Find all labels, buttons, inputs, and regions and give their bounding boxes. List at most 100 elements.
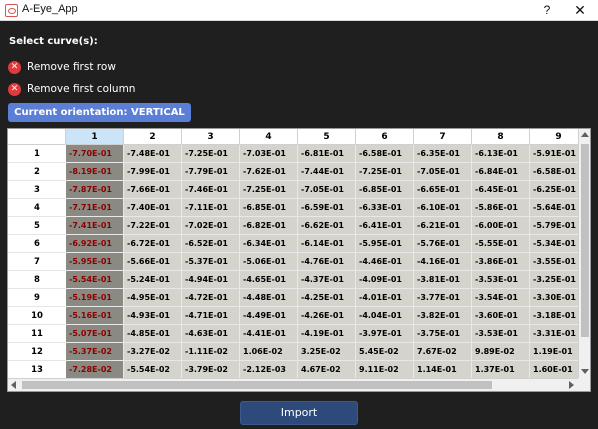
horizontal-scroll-thumb[interactable] — [22, 381, 492, 389]
data-table[interactable]: 1 2 3 4 5 6 7 8 9 1 -7.70E-01 -7.48E-01 -7.25E-01 -7.… — [7, 128, 591, 392]
row-header[interactable]: 9 — [8, 289, 66, 307]
table-cell[interactable]: 5.45E-02 — [356, 343, 414, 361]
scroll-up-arrow-icon[interactable] — [581, 132, 589, 137]
column-header[interactable]: 1 — [66, 129, 124, 145]
table-cell[interactable]: -5.37E-01 — [182, 253, 240, 271]
table-cell[interactable]: -6.92E-01 — [66, 235, 124, 253]
table-cell[interactable]: -4.41E-01 — [240, 325, 298, 343]
table-cell[interactable]: -4.49E-01 — [240, 307, 298, 325]
table-cell[interactable]: 1.37E-01 — [472, 361, 530, 378]
table-cell[interactable]: -2.12E-03 — [240, 361, 298, 378]
table-cell[interactable]: -6.35E-01 — [414, 145, 472, 163]
remove-first-row-option[interactable]: ✕ Remove first row — [8, 59, 116, 75]
row-header[interactable]: 10 — [8, 307, 66, 325]
column-header[interactable]: 4 — [240, 129, 298, 145]
table-cell[interactable]: -7.25E-01 — [356, 163, 414, 181]
table-cell[interactable]: -4.63E-01 — [182, 325, 240, 343]
table-cell[interactable]: -4.04E-01 — [356, 307, 414, 325]
table-cell[interactable]: -6.72E-01 — [124, 235, 182, 253]
table-cell[interactable]: -6.21E-01 — [414, 217, 472, 235]
table-cell[interactable]: -6.58E-01 — [356, 145, 414, 163]
table-cell[interactable]: -7.46E-01 — [182, 181, 240, 199]
table-cell[interactable]: -3.27E-02 — [124, 343, 182, 361]
column-header[interactable]: 8 — [472, 129, 530, 145]
table-cell[interactable]: -7.25E-01 — [182, 145, 240, 163]
table-cell[interactable]: -6.62E-01 — [298, 217, 356, 235]
row-header[interactable]: 11 — [8, 325, 66, 343]
table-cell[interactable]: -4.71E-01 — [182, 307, 240, 325]
help-button[interactable]: ? — [537, 2, 557, 19]
table-cell[interactable]: -7.48E-01 — [124, 145, 182, 163]
table-cell[interactable]: 4.67E-02 — [298, 361, 356, 378]
table-cell[interactable]: -4.72E-01 — [182, 289, 240, 307]
table-cell[interactable]: -6.41E-01 — [356, 217, 414, 235]
column-header[interactable]: 6 — [356, 129, 414, 145]
table-cell[interactable]: -7.71E-01 — [66, 199, 124, 217]
table-cell[interactable]: -6.13E-01 — [472, 145, 530, 163]
scroll-down-arrow-icon[interactable] — [581, 369, 589, 374]
table-cell[interactable]: -4.48E-01 — [240, 289, 298, 307]
table-cell[interactable]: -4.94E-01 — [182, 271, 240, 289]
table-cell[interactable]: -7.22E-01 — [124, 217, 182, 235]
table-cell[interactable]: -4.46E-01 — [356, 253, 414, 271]
table-cell[interactable]: -5.07E-01 — [66, 325, 124, 343]
table-cell[interactable]: -3.53E-01 — [472, 271, 530, 289]
table-cell[interactable]: -3.54E-01 — [472, 289, 530, 307]
horizontal-scrollbar[interactable] — [8, 378, 578, 391]
row-header[interactable]: 2 — [8, 163, 66, 181]
table-cell[interactable]: 9.89E-02 — [472, 343, 530, 361]
table-cell[interactable]: -3.18E-01 — [530, 307, 578, 325]
table-cell[interactable]: 1.06E-02 — [240, 343, 298, 361]
table-cell[interactable]: -6.65E-01 — [414, 181, 472, 199]
table-cell[interactable]: -4.09E-01 — [356, 271, 414, 289]
table-cell[interactable]: -7.87E-01 — [66, 181, 124, 199]
table-cell[interactable]: -5.34E-01 — [530, 235, 578, 253]
table-cell[interactable]: -6.25E-01 — [530, 181, 578, 199]
table-cell[interactable]: -3.53E-01 — [472, 325, 530, 343]
table-cell[interactable]: -6.34E-01 — [240, 235, 298, 253]
table-cell[interactable]: -5.91E-01 — [530, 145, 578, 163]
row-header[interactable]: 8 — [8, 271, 66, 289]
scroll-right-arrow-icon[interactable] — [569, 381, 574, 389]
orientation-button[interactable]: Current orientation: VERTICAL — [8, 103, 191, 122]
table-cell[interactable]: -3.31E-01 — [530, 325, 578, 343]
table-cell[interactable]: -5.06E-01 — [240, 253, 298, 271]
table-cell[interactable]: 1.19E-01 — [530, 343, 578, 361]
table-cell[interactable]: -6.85E-01 — [356, 181, 414, 199]
row-header[interactable]: 6 — [8, 235, 66, 253]
table-cell[interactable]: -7.40E-01 — [124, 199, 182, 217]
scroll-left-arrow-icon[interactable] — [11, 381, 16, 389]
row-header[interactable]: 7 — [8, 253, 66, 271]
table-cell[interactable]: -3.82E-01 — [414, 307, 472, 325]
table-cell[interactable]: -7.03E-01 — [240, 145, 298, 163]
table-cell[interactable]: -5.66E-01 — [124, 253, 182, 271]
table-cell[interactable]: -6.14E-01 — [298, 235, 356, 253]
table-cell[interactable]: -5.54E-01 — [66, 271, 124, 289]
table-cell[interactable]: 1.14E-01 — [414, 361, 472, 378]
table-cell[interactable]: -7.79E-01 — [182, 163, 240, 181]
table-cell[interactable]: -4.37E-01 — [298, 271, 356, 289]
table-cell[interactable]: -7.99E-01 — [124, 163, 182, 181]
table-cell[interactable]: -4.76E-01 — [298, 253, 356, 271]
table-cell[interactable]: -7.05E-01 — [414, 163, 472, 181]
column-header[interactable]: 5 — [298, 129, 356, 145]
table-cell[interactable]: -6.85E-01 — [240, 199, 298, 217]
table-cell[interactable]: -5.16E-01 — [66, 307, 124, 325]
table-cell[interactable]: -4.95E-01 — [124, 289, 182, 307]
table-cell[interactable]: -6.10E-01 — [414, 199, 472, 217]
table-cell[interactable]: -5.76E-01 — [414, 235, 472, 253]
row-header[interactable]: 13 — [8, 361, 66, 378]
row-header[interactable]: 5 — [8, 217, 66, 235]
table-cell[interactable]: -7.02E-01 — [182, 217, 240, 235]
table-cell[interactable]: -7.11E-01 — [182, 199, 240, 217]
table-cell[interactable]: -3.79E-02 — [182, 361, 240, 378]
table-cell[interactable]: -5.95E-01 — [66, 253, 124, 271]
table-cell[interactable]: -3.97E-01 — [356, 325, 414, 343]
column-header[interactable]: 2 — [124, 129, 182, 145]
table-cell[interactable]: -6.00E-01 — [472, 217, 530, 235]
table-cell[interactable]: -6.58E-01 — [530, 163, 578, 181]
table-cell[interactable]: -7.25E-01 — [240, 181, 298, 199]
table-cell[interactable]: -4.01E-01 — [356, 289, 414, 307]
table-cell[interactable]: 9.11E-02 — [356, 361, 414, 378]
column-header[interactable]: 7 — [414, 129, 472, 145]
